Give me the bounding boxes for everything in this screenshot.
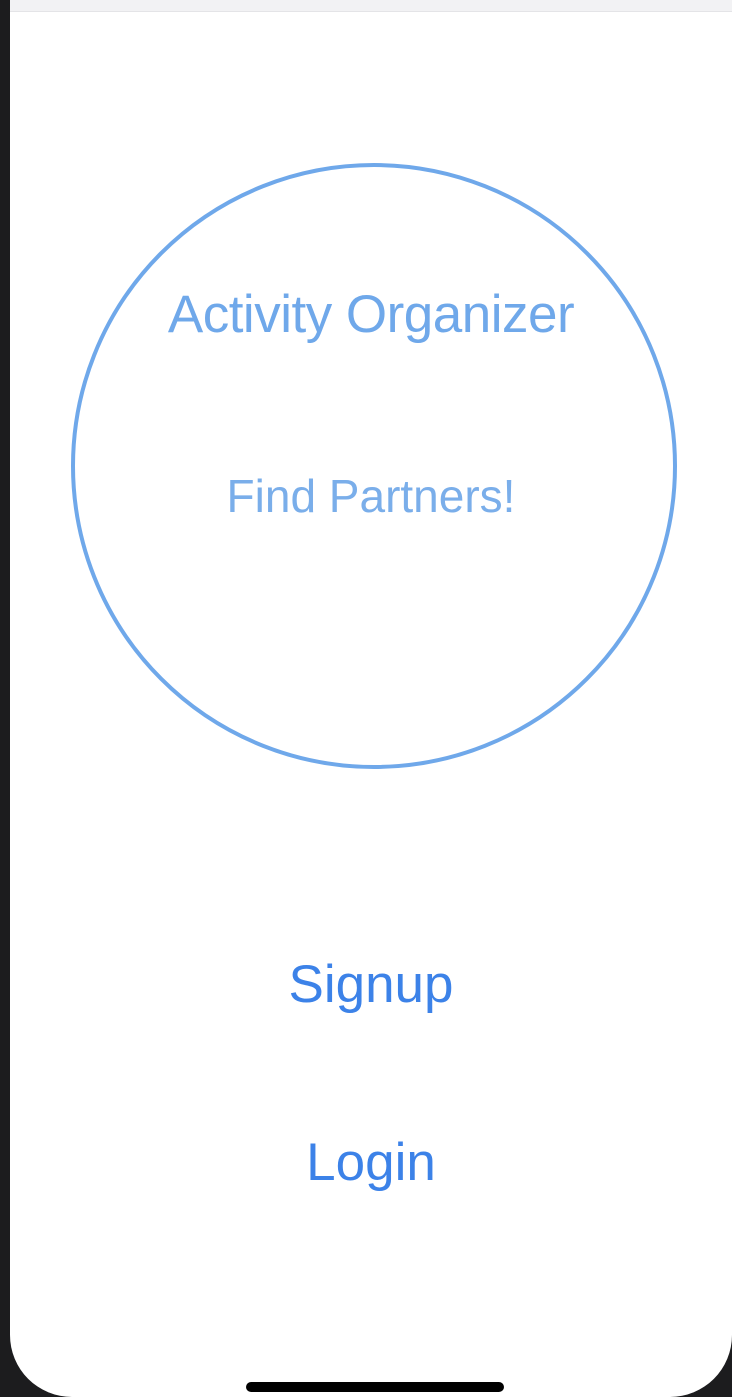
device-frame: Activity Organizer Find Partners! Signup… xyxy=(0,0,732,1397)
app-title: Activity Organizer xyxy=(167,285,575,344)
login-button[interactable]: Login xyxy=(10,1128,732,1198)
app-tagline: Find Partners! xyxy=(226,470,516,522)
top-edge-strip xyxy=(10,0,732,12)
signup-button[interactable]: Signup xyxy=(10,950,732,1020)
home-indicator[interactable] xyxy=(246,1382,504,1392)
app-screen: Activity Organizer Find Partners! Signup… xyxy=(10,0,732,1397)
